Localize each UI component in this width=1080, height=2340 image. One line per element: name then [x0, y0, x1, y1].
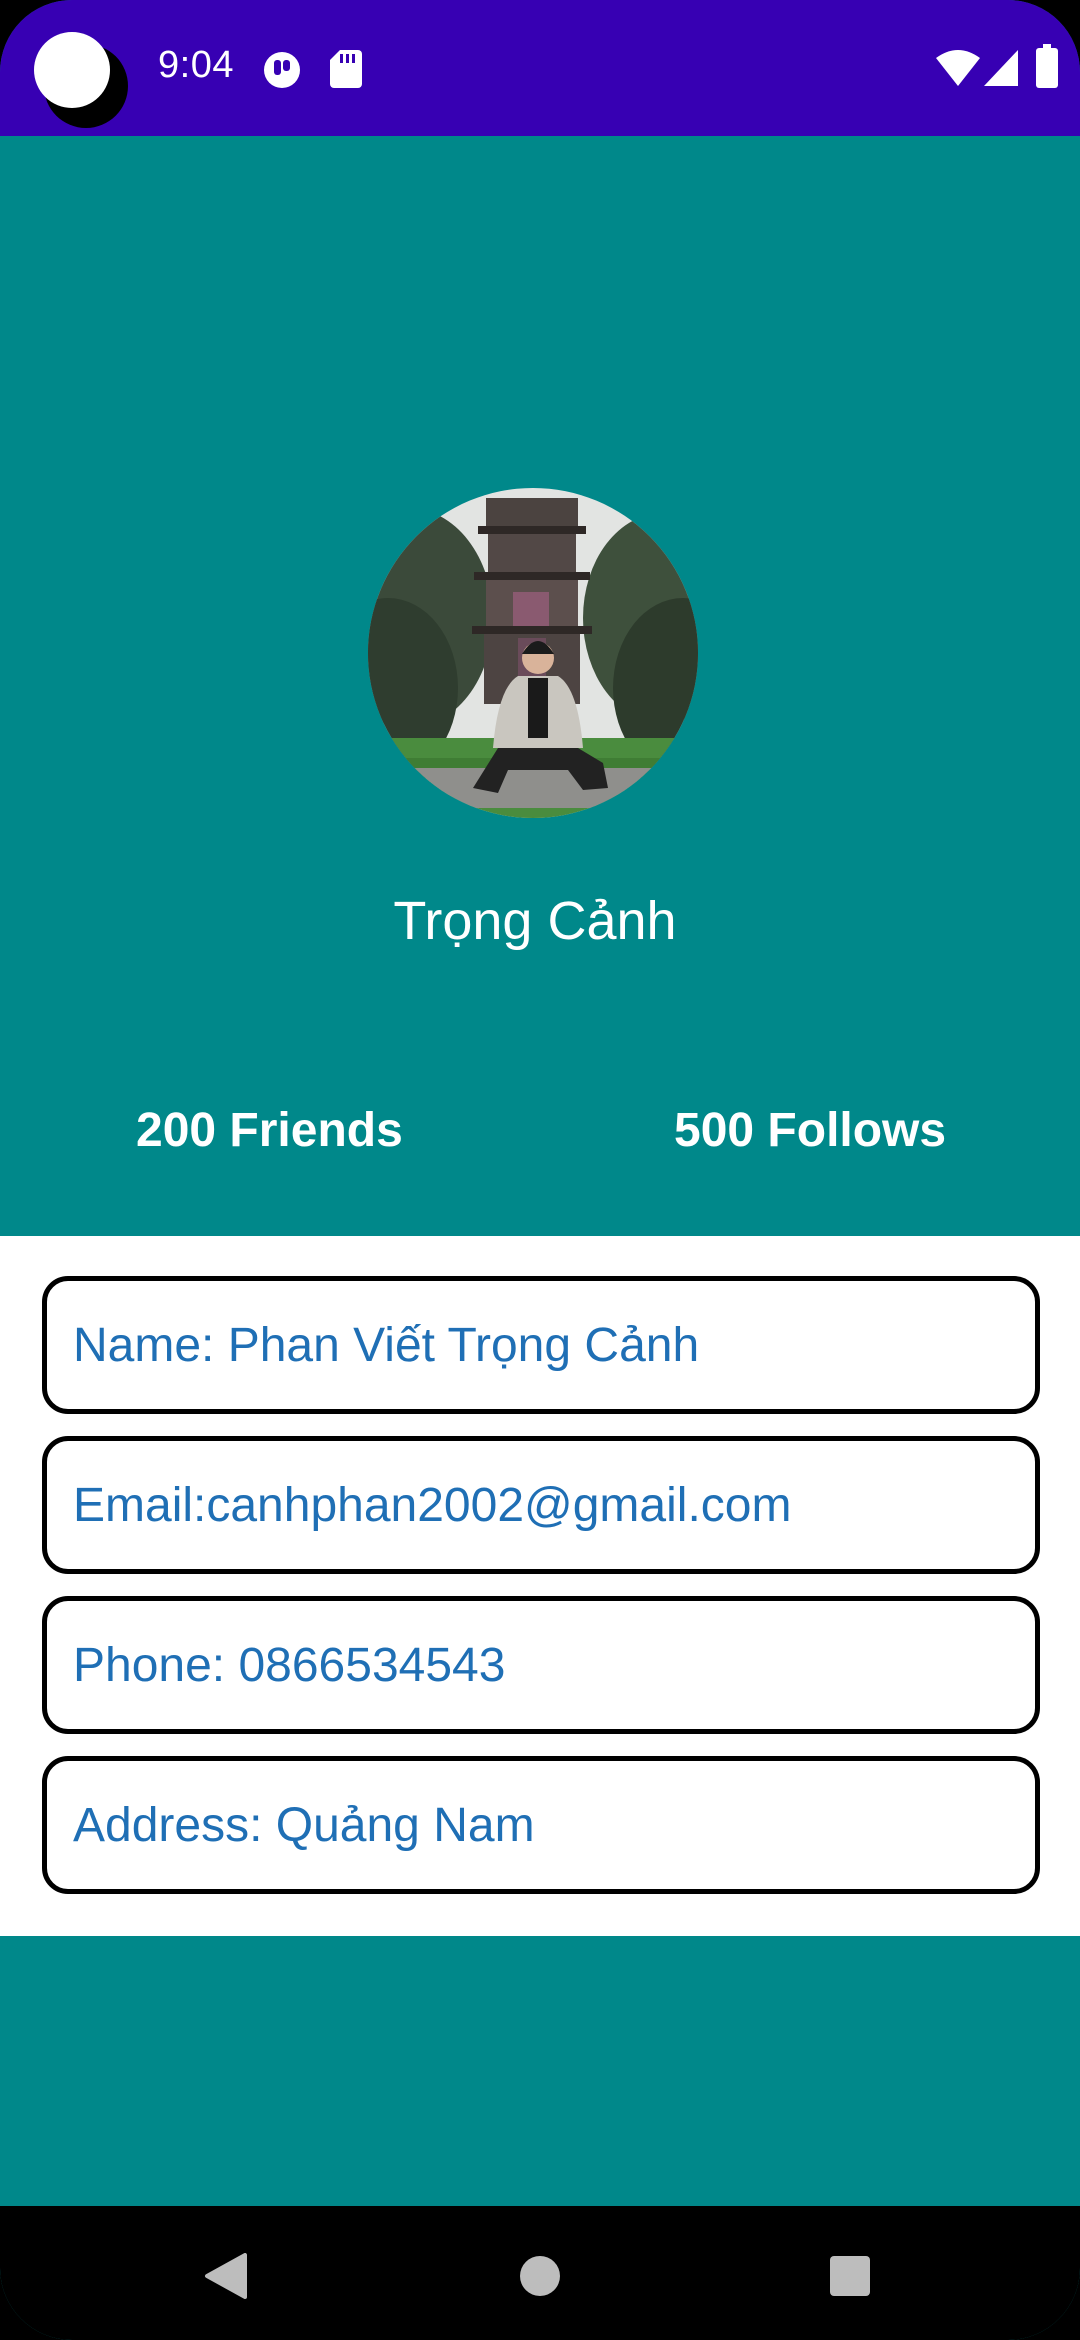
name-field[interactable]: Name: Phan Viết Trọng Cảnh — [42, 1276, 1040, 1414]
friends-count[interactable]: 200 Friends — [136, 1103, 403, 1158]
navigation-bar — [0, 2206, 1080, 2340]
battery-icon — [1036, 44, 1058, 88]
profile-avatar[interactable] — [368, 488, 698, 818]
email-field[interactable]: Email:canhphan2002@gmail.com — [42, 1436, 1040, 1574]
recents-button[interactable] — [800, 2226, 900, 2326]
recents-icon — [830, 2256, 870, 2296]
phone-field[interactable]: Phone: 0866534543 — [42, 1596, 1040, 1734]
signal-icon — [984, 50, 1018, 86]
follows-count[interactable]: 500 Follows — [674, 1103, 946, 1158]
camera-cutout — [34, 32, 128, 128]
sd-card-icon — [330, 50, 362, 88]
name-field-text: Name: Phan Viết Trọng Cảnh — [73, 1318, 700, 1372]
profile-name: Trọng Cảnh — [393, 891, 677, 951]
address-field-text: Address: Quảng Nam — [73, 1798, 535, 1852]
home-button[interactable] — [490, 2226, 590, 2326]
phone-field-text: Phone: 0866534543 — [73, 1638, 506, 1692]
profile-screen: 9:04 Trọng Cảnh 200 Friends 500 Follows … — [0, 0, 1080, 2340]
app-notification-icon — [264, 52, 300, 88]
info-panel: Name: Phan Viết Trọng Cảnh Email:canhpha… — [0, 1236, 1080, 1936]
status-time: 9:04 — [158, 44, 234, 86]
back-button[interactable] — [175, 2226, 275, 2326]
status-bar: 9:04 — [0, 0, 1080, 136]
back-icon — [205, 2253, 247, 2299]
wifi-icon — [936, 50, 980, 86]
home-icon — [520, 2256, 560, 2296]
address-field[interactable]: Address: Quảng Nam — [42, 1756, 1040, 1894]
email-field-text: Email:canhphan2002@gmail.com — [73, 1478, 792, 1532]
